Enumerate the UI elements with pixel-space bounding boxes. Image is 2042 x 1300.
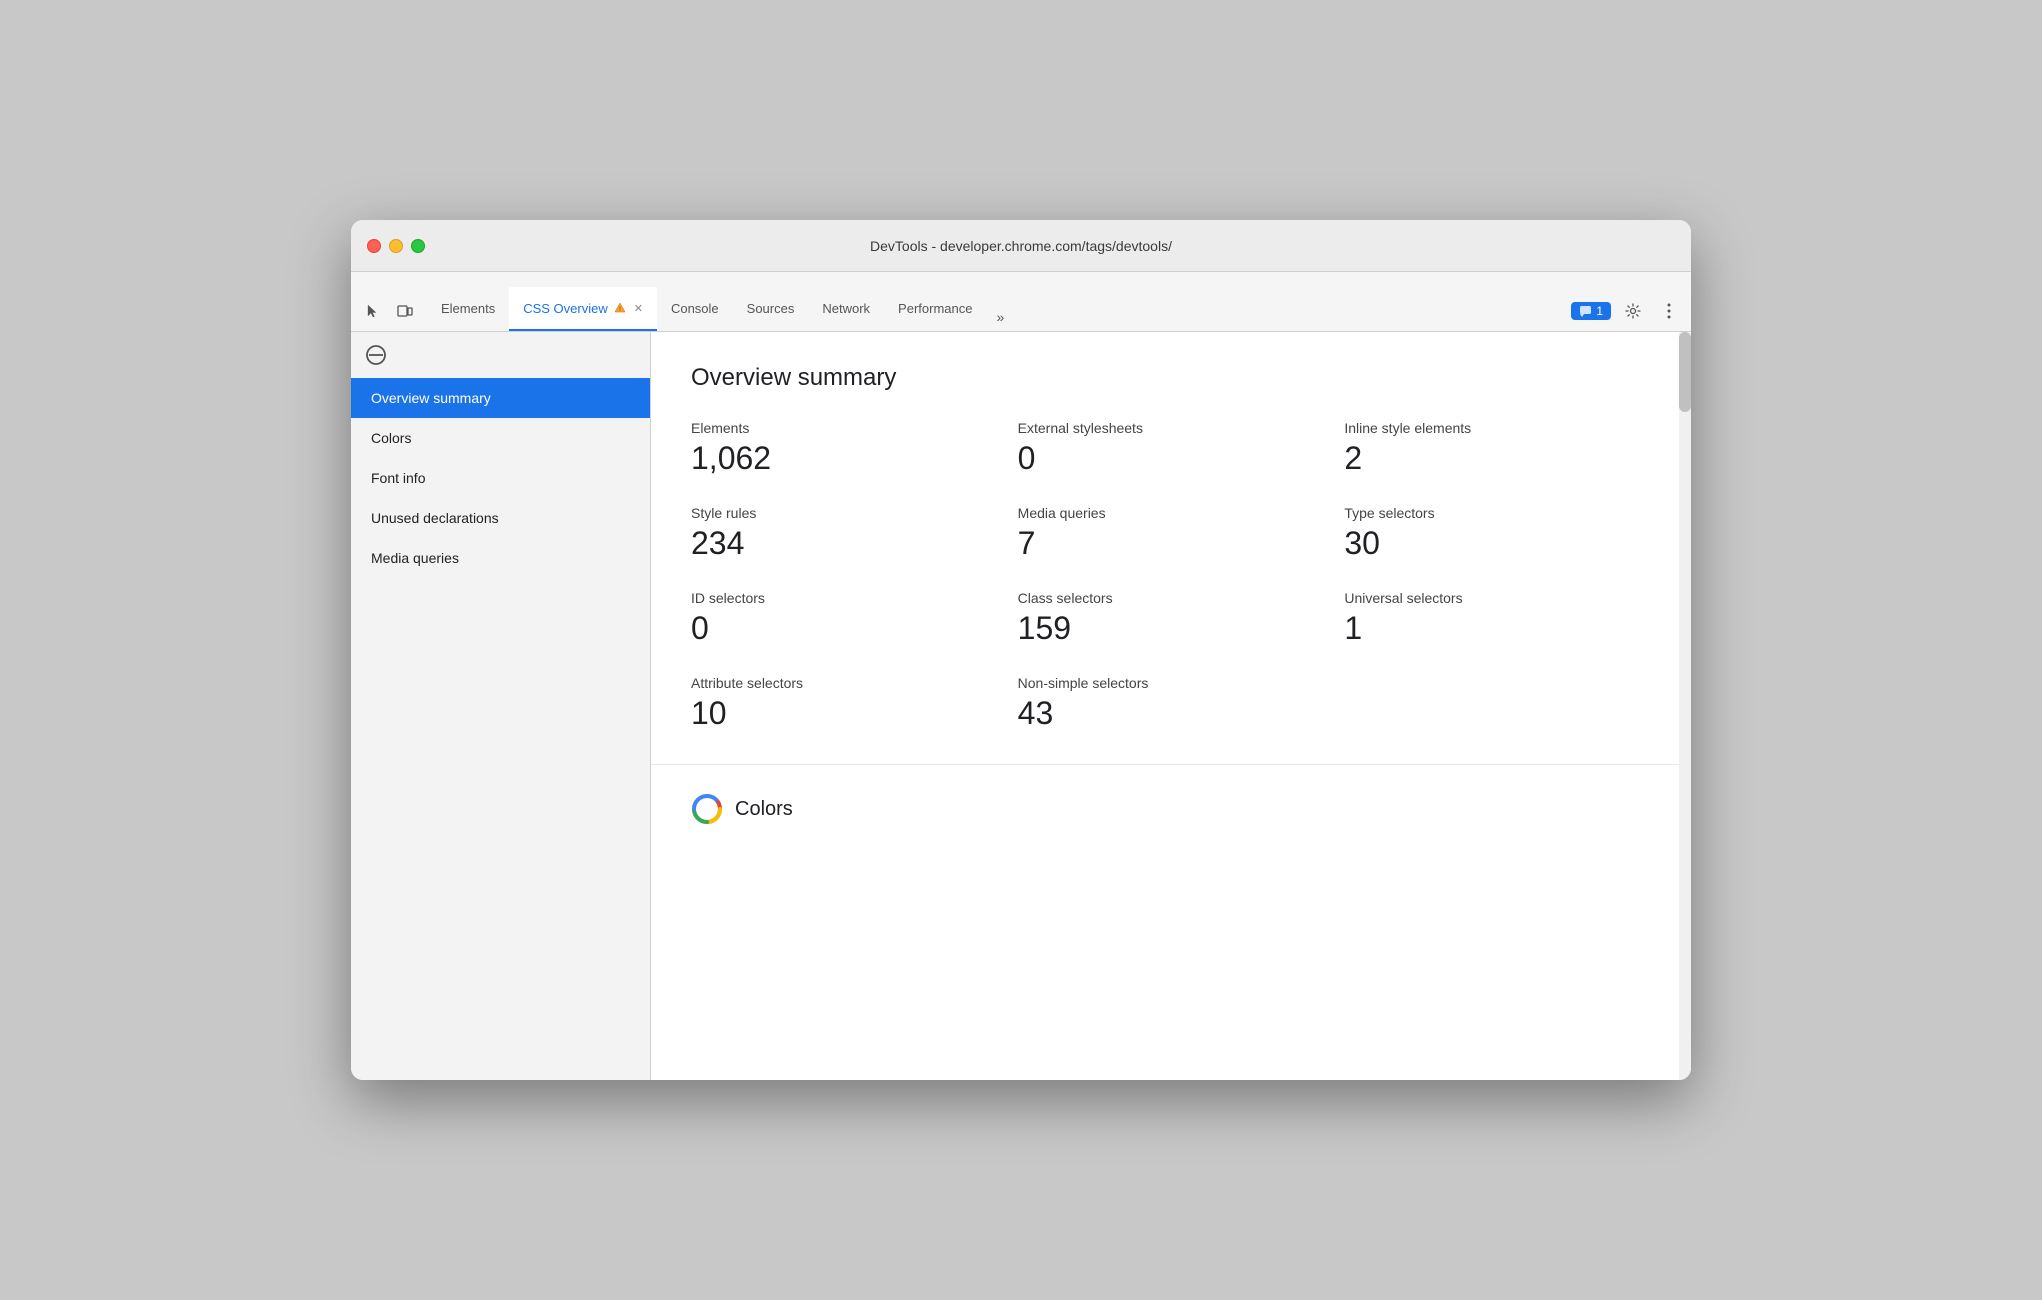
stat-inline-style-label: Inline style elements — [1344, 420, 1651, 436]
sidebar-item-unused-declarations-label: Unused declarations — [371, 510, 499, 526]
stat-universal-selectors: Universal selectors 1 — [1344, 590, 1651, 647]
tab-elements[interactable]: Elements — [427, 287, 509, 331]
sidebar-item-media-queries-label: Media queries — [371, 550, 459, 566]
tab-sources[interactable]: Sources — [733, 287, 809, 331]
chat-icon — [1579, 305, 1592, 318]
gear-icon — [1625, 303, 1641, 319]
main-area: Overview summary Colors Font info Unused… — [351, 332, 1691, 1080]
chat-count: 1 — [1596, 304, 1603, 318]
no-entry-icon — [365, 344, 387, 366]
colors-section: Colors — [651, 765, 1691, 853]
chat-badge[interactable]: 1 — [1571, 302, 1611, 320]
stat-inline-style: Inline style elements 2 — [1344, 420, 1651, 477]
maximize-button[interactable] — [411, 239, 425, 253]
overview-section: Overview summary Elements 1,062 External… — [651, 332, 1691, 765]
scrollbar-thumb[interactable] — [1679, 332, 1691, 412]
stats-grid: Elements 1,062 External stylesheets 0 In… — [691, 420, 1651, 732]
tab-css-overview[interactable]: CSS Overview ! ✕ — [509, 287, 657, 331]
stat-elements-value: 1,062 — [691, 440, 998, 477]
warning-icon: ! — [614, 302, 626, 314]
stat-style-rules: Style rules 234 — [691, 505, 998, 562]
close-button[interactable] — [367, 239, 381, 253]
tab-css-overview-label: CSS Overview — [523, 301, 608, 316]
stat-class-selectors-label: Class selectors — [1018, 590, 1325, 606]
colors-header: Colors — [691, 793, 1651, 825]
stat-attribute-selectors-label: Attribute selectors — [691, 675, 998, 691]
device-icon[interactable] — [391, 297, 419, 325]
sidebar-item-overview-summary[interactable]: Overview summary — [351, 378, 650, 418]
sidebar-nav: Overview summary Colors Font info Unused… — [351, 378, 650, 1080]
tab-elements-label: Elements — [441, 301, 495, 316]
stat-inline-style-value: 2 — [1344, 440, 1651, 477]
tab-performance-label: Performance — [898, 301, 972, 316]
sidebar-item-font-info[interactable]: Font info — [351, 458, 650, 498]
tab-close-icon[interactable]: ✕ — [634, 302, 643, 315]
stat-media-queries-value: 7 — [1018, 525, 1325, 562]
sidebar-item-font-info-label: Font info — [371, 470, 425, 486]
stat-id-selectors: ID selectors 0 — [691, 590, 998, 647]
more-tabs-button[interactable]: » — [986, 309, 1014, 325]
stat-style-rules-label: Style rules — [691, 505, 998, 521]
devtools-window: DevTools - developer.chrome.com/tags/dev… — [351, 220, 1691, 1080]
titlebar: DevTools - developer.chrome.com/tags/dev… — [351, 220, 1691, 272]
sidebar-item-colors-label: Colors — [371, 430, 411, 446]
tab-sources-label: Sources — [747, 301, 795, 316]
sidebar-item-unused-declarations[interactable]: Unused declarations — [351, 498, 650, 538]
colors-ring-icon — [691, 793, 723, 825]
stat-elements-label: Elements — [691, 420, 998, 436]
stat-attribute-selectors-value: 10 — [691, 695, 998, 732]
stat-id-selectors-value: 0 — [691, 610, 998, 647]
more-options-button[interactable] — [1655, 297, 1683, 325]
stat-attribute-selectors: Attribute selectors 10 — [691, 675, 998, 732]
stat-universal-selectors-value: 1 — [1344, 610, 1651, 647]
minimize-button[interactable] — [389, 239, 403, 253]
cursor-icon[interactable] — [359, 297, 387, 325]
tabbar: Elements CSS Overview ! ✕ Console Source… — [351, 272, 1691, 332]
stat-id-selectors-label: ID selectors — [691, 590, 998, 606]
tab-console-label: Console — [671, 301, 719, 316]
sidebar-item-media-queries[interactable]: Media queries — [351, 538, 650, 578]
tabbar-right: 1 — [1571, 297, 1683, 325]
tab-icon-group — [359, 297, 419, 325]
stat-media-queries: Media queries 7 — [1018, 505, 1325, 562]
sidebar-item-colors[interactable]: Colors — [351, 418, 650, 458]
dots-icon — [1667, 303, 1671, 319]
stat-non-simple-selectors: Non-simple selectors 43 — [1018, 675, 1325, 732]
stat-external-stylesheets-label: External stylesheets — [1018, 420, 1325, 436]
sidebar-item-overview-summary-label: Overview summary — [371, 390, 491, 406]
sidebar-header — [351, 332, 650, 378]
window-title: DevTools - developer.chrome.com/tags/dev… — [870, 238, 1172, 254]
stat-media-queries-label: Media queries — [1018, 505, 1325, 521]
colors-title: Colors — [735, 798, 793, 821]
stat-type-selectors: Type selectors 30 — [1344, 505, 1651, 562]
tab-network[interactable]: Network — [808, 287, 884, 331]
settings-button[interactable] — [1619, 297, 1647, 325]
content-area: Overview summary Elements 1,062 External… — [651, 332, 1691, 1080]
stat-external-stylesheets: External stylesheets 0 — [1018, 420, 1325, 477]
stat-style-rules-value: 234 — [691, 525, 998, 562]
stat-elements: Elements 1,062 — [691, 420, 998, 477]
tab-performance[interactable]: Performance — [884, 287, 986, 331]
stat-non-simple-selectors-value: 43 — [1018, 695, 1325, 732]
stat-type-selectors-value: 30 — [1344, 525, 1651, 562]
stat-type-selectors-label: Type selectors — [1344, 505, 1651, 521]
stat-class-selectors: Class selectors 159 — [1018, 590, 1325, 647]
stat-external-stylesheets-value: 0 — [1018, 440, 1325, 477]
tab-network-label: Network — [822, 301, 870, 316]
scrollbar-track[interactable] — [1679, 332, 1691, 1080]
stat-class-selectors-value: 159 — [1018, 610, 1325, 647]
traffic-lights — [367, 239, 425, 253]
sidebar: Overview summary Colors Font info Unused… — [351, 332, 651, 1080]
stat-universal-selectors-label: Universal selectors — [1344, 590, 1651, 606]
stat-non-simple-selectors-label: Non-simple selectors — [1018, 675, 1325, 691]
tab-console[interactable]: Console — [657, 287, 733, 331]
overview-title: Overview summary — [691, 364, 1651, 392]
